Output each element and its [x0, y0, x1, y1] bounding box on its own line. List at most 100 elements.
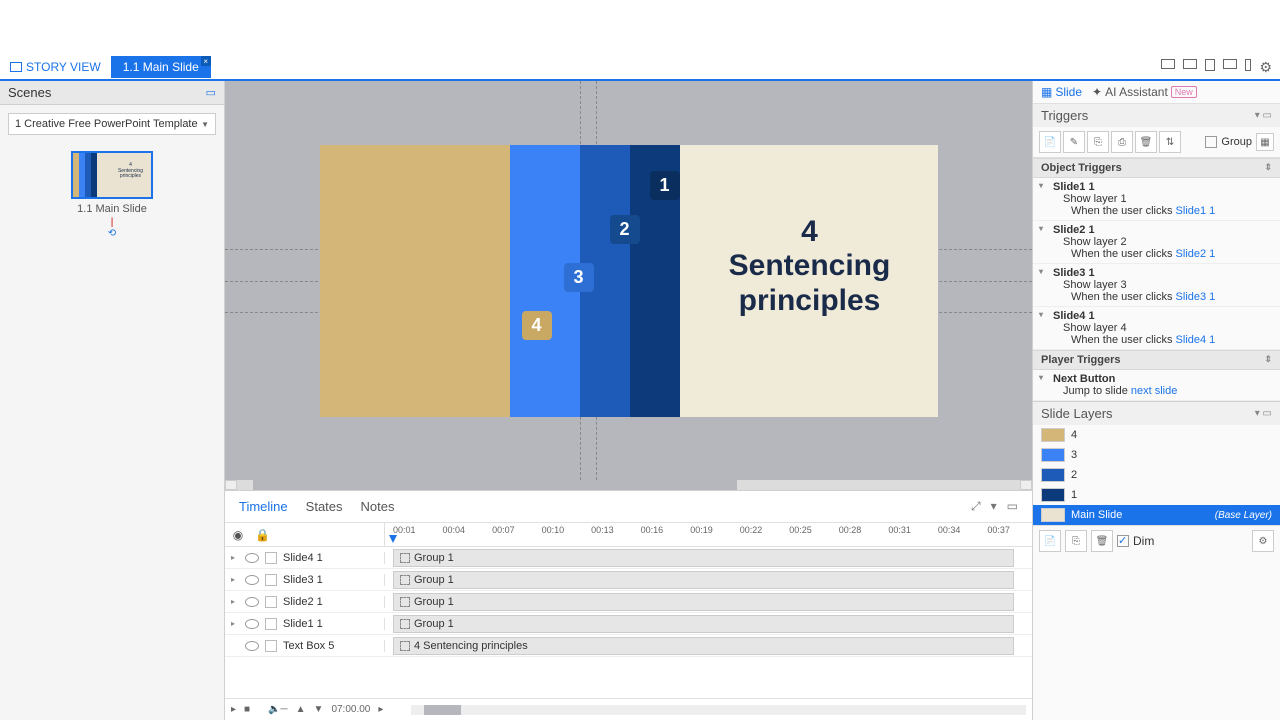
timeline-row[interactable]: Text Box 5 4 Sentencing principles — [225, 635, 1032, 657]
gear-icon[interactable]: ⚙ — [1259, 59, 1272, 76]
scroll-right-icon[interactable] — [1020, 480, 1032, 490]
base-layer-row[interactable]: Main Slide (Base Layer) — [1033, 505, 1280, 525]
timeline-row[interactable]: ▸ Slide3 1 Group 1 — [225, 569, 1032, 591]
slide-title[interactable]: 4 Sentencing principles — [700, 215, 920, 319]
paste-trigger-button[interactable]: ⎙ — [1111, 131, 1133, 153]
trigger-action[interactable]: Show layer 3 — [1053, 279, 1272, 291]
reorder-trigger-button[interactable]: ⇅ — [1159, 131, 1181, 153]
lock-icon[interactable]: 🔒 — [255, 528, 269, 542]
new-trigger-button[interactable]: 📄 — [1039, 131, 1061, 153]
scene-dropdown[interactable]: 1 Creative Free PowerPoint Template — [8, 113, 216, 135]
player-triggers-header[interactable]: Player Triggers — [1041, 354, 1121, 366]
trigger-condition[interactable]: When the user clicks Slide4 1 — [1053, 334, 1272, 346]
trigger-object-name[interactable]: Slide4 1 — [1053, 310, 1272, 322]
tab-notes[interactable]: Notes — [361, 495, 395, 518]
play-icon[interactable]: ▸ — [231, 704, 236, 715]
volume-icon[interactable]: 🔈─ — [268, 704, 288, 715]
timeline-bar[interactable]: Group 1 — [393, 593, 1014, 611]
group-checkbox[interactable] — [1205, 136, 1217, 148]
visibility-toggle[interactable] — [245, 641, 259, 651]
laptop-icon[interactable] — [1183, 59, 1197, 69]
timeline-ruler[interactable]: 00:0100:0400:0700:1000:1300:1600:1900:22… — [385, 523, 1032, 546]
timeline-tool-icon[interactable]: ⤢ — [971, 499, 981, 514]
timeline-bar[interactable]: Group 1 — [393, 549, 1014, 567]
lock-toggle[interactable] — [265, 596, 277, 608]
slide-canvas[interactable]: 1 2 3 4 4 Sentencing principles — [320, 145, 938, 417]
phone-icon[interactable] — [1245, 59, 1251, 71]
tab-states[interactable]: States — [306, 495, 343, 518]
timeline-object-name: Text Box 5 — [283, 640, 334, 652]
trigger-next-button[interactable]: Next Button — [1053, 373, 1272, 385]
horizontal-scrollbar[interactable] — [225, 480, 1032, 490]
eye-icon[interactable]: ◉ — [231, 528, 245, 542]
timeline-bar[interactable]: 4 Sentencing principles — [393, 637, 1014, 655]
trigger-condition[interactable]: When the user clicks Slide1 1 — [1053, 205, 1272, 217]
stop-icon[interactable]: ■ — [244, 704, 250, 715]
dock-icon[interactable]: ▭ — [1007, 499, 1018, 514]
tablet-icon[interactable] — [1223, 59, 1237, 69]
tab-story-view[interactable]: STORY VIEW — [0, 56, 111, 78]
visibility-toggle[interactable] — [245, 619, 259, 629]
timeline-row[interactable]: ▸ Slide1 1 Group 1 — [225, 613, 1032, 635]
scroll-thumb[interactable] — [253, 480, 737, 490]
group-options-icon[interactable]: ▦ — [1256, 133, 1274, 151]
trigger-action[interactable]: Jump to slide next slide — [1053, 385, 1272, 397]
expand-icon[interactable]: ▸ — [231, 597, 239, 606]
delete-trigger-button[interactable]: 🗑 — [1135, 131, 1157, 153]
object-triggers-header[interactable]: Object Triggers — [1041, 162, 1122, 174]
layer-row[interactable]: 1 — [1033, 485, 1280, 505]
desktop-icon[interactable] — [1161, 59, 1175, 69]
tablet-landscape-icon[interactable] — [1205, 59, 1215, 71]
collapse-icon[interactable]: ⇕ — [1264, 162, 1272, 174]
dim-checkbox[interactable] — [1117, 535, 1129, 547]
zoom-in-icon[interactable]: ▼ — [314, 704, 324, 715]
duplicate-layer-button[interactable]: ⎘ — [1065, 530, 1087, 552]
dock-icon[interactable]: ▭ — [206, 86, 216, 99]
new-layer-button[interactable]: 📄 — [1039, 530, 1061, 552]
collapse-icon[interactable]: ⇕ — [1264, 354, 1272, 366]
trigger-action[interactable]: Show layer 1 — [1053, 193, 1272, 205]
trigger-condition[interactable]: When the user clicks Slide3 1 — [1053, 291, 1272, 303]
trigger-object-name[interactable]: Slide1 1 — [1053, 181, 1272, 193]
playhead[interactable] — [389, 535, 397, 543]
timeline-bar[interactable]: Group 1 — [393, 615, 1014, 633]
scene-thumbnail[interactable]: 4Sentencingprinciples — [71, 151, 153, 199]
visibility-toggle[interactable] — [245, 575, 259, 585]
expand-icon[interactable]: ▸ — [231, 619, 239, 628]
lock-toggle[interactable] — [265, 618, 277, 630]
tab-timeline[interactable]: Timeline — [239, 495, 288, 518]
edit-trigger-button[interactable]: ✎ — [1063, 131, 1085, 153]
timeline-bar[interactable]: Group 1 — [393, 571, 1014, 589]
lock-toggle[interactable] — [265, 574, 277, 586]
trigger-condition[interactable]: When the user clicks Slide2 1 — [1053, 248, 1272, 260]
layer-options-button[interactable]: ⚙ — [1252, 530, 1274, 552]
tab-ai-assistant[interactable]: ✦ AI Assistant New — [1092, 85, 1197, 99]
step-icon[interactable]: ▸ — [378, 704, 383, 715]
delete-layer-button[interactable]: 🗑 — [1091, 530, 1113, 552]
copy-trigger-button[interactable]: ⎘ — [1087, 131, 1109, 153]
visibility-toggle[interactable] — [245, 553, 259, 563]
trigger-action[interactable]: Show layer 4 — [1053, 322, 1272, 334]
tab-active-slide[interactable]: 1.1 Main Slide × — [111, 56, 211, 78]
expand-icon[interactable]: ▸ — [231, 575, 239, 584]
timeline-scrollbar[interactable] — [411, 705, 1026, 715]
timeline-row[interactable]: ▸ Slide2 1 Group 1 — [225, 591, 1032, 613]
zoom-out-icon[interactable]: ▲ — [296, 704, 306, 715]
tab-slide[interactable]: ▦ Slide — [1041, 85, 1082, 99]
chevron-down-icon[interactable]: ▾ — [991, 499, 997, 514]
timeline-bar-label: Group 1 — [414, 552, 454, 564]
layer-row[interactable]: 2 — [1033, 465, 1280, 485]
expand-icon[interactable]: ▸ — [231, 553, 239, 562]
visibility-toggle[interactable] — [245, 597, 259, 607]
scroll-left-icon[interactable] — [225, 480, 237, 490]
lock-toggle[interactable] — [265, 640, 277, 652]
layer-row[interactable]: 3 — [1033, 445, 1280, 465]
trigger-action[interactable]: Show layer 2 — [1053, 236, 1272, 248]
layer-row[interactable]: 4 — [1033, 425, 1280, 445]
slide-stage[interactable]: 1 2 3 4 4 Sentencing principles — [225, 81, 1032, 480]
timeline-row[interactable]: ▸ Slide4 1 Group 1 — [225, 547, 1032, 569]
close-icon[interactable]: × — [201, 56, 211, 66]
trigger-object-name[interactable]: Slide3 1 — [1053, 267, 1272, 279]
trigger-object-name[interactable]: Slide2 1 — [1053, 224, 1272, 236]
lock-toggle[interactable] — [265, 552, 277, 564]
